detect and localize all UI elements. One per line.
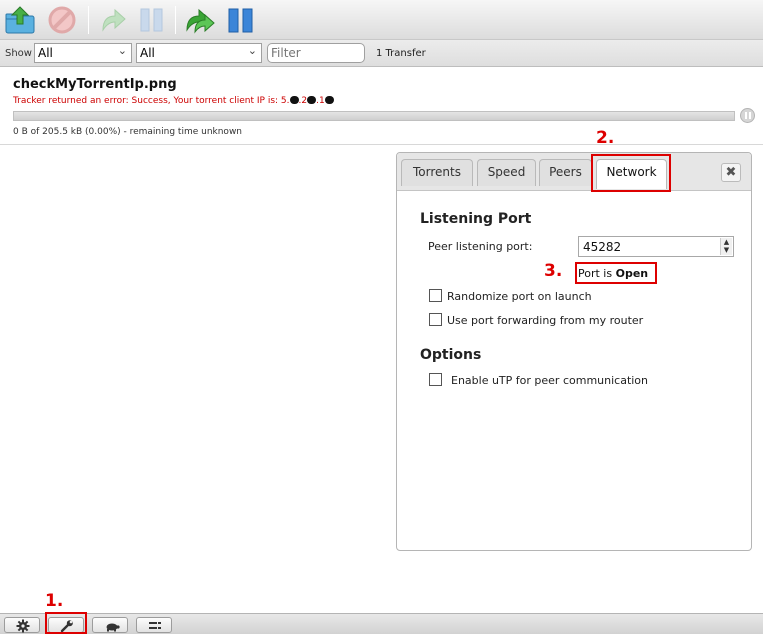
randomize-port-label: Randomize port on launch [447,290,592,303]
chevron-down-icon: ⌄ [117,44,127,57]
error-text-part: .1 [316,96,325,106]
port-forwarding-label: Use port forwarding from my router [447,314,644,327]
turtle-icon [106,623,120,632]
peer-port-label: Peer listening port: [428,240,533,253]
toolbar [0,0,763,40]
torrent-error: Tracker returned an error: Success, Your… [13,96,334,106]
toolbar-separator [88,6,89,34]
tracker-filter-value: All [140,46,155,60]
annotation-box-port-status [575,262,657,284]
close-icon[interactable]: ✖ [721,163,741,182]
settings-button[interactable] [4,617,40,633]
utp-label: Enable uTP for peer communication [451,374,649,387]
redaction-mark [324,96,334,104]
utp-checkbox[interactable] [429,373,442,386]
annotation-number-2: 2. [596,128,615,148]
turtle-mode-button[interactable] [92,617,128,633]
listening-port-title: Listening Port [420,211,532,227]
annotation-number-1: 1. [45,591,64,611]
state-filter-select[interactable]: All ⌄ [34,43,132,63]
progress-bar [13,111,735,121]
bottom-bar [0,613,763,634]
torrent-name: checkMyTorrentIp.png [13,77,177,92]
tab-torrents[interactable]: Torrents [401,159,473,186]
settings-icon [16,619,30,633]
compact-view-button[interactable] [136,617,172,633]
annotation-number-3: 3. [544,261,563,281]
preferences-dialog: Torrents Speed Peers Network ✖ Listening… [396,152,752,551]
remove-icon[interactable] [46,4,78,36]
randomize-port-checkbox[interactable] [429,289,442,302]
transfer-count: 1 Transfer [376,48,426,59]
peer-port-input[interactable]: 45282 ▲ ▼ [578,236,734,257]
port-forwarding-checkbox[interactable] [429,313,442,326]
spinner-arrows-icon[interactable]: ▲ ▼ [720,238,732,255]
error-text-part: .2 [298,96,308,106]
filter-bar: Show All ⌄ All ⌄ 1 Transfer [0,40,763,67]
state-filter-value: All [38,46,53,60]
redaction-mark [307,96,317,104]
redaction-mark [289,96,299,104]
torrent-status: 0 B of 205.5 kB (0.00%) - remaining time… [13,127,243,137]
show-label: Show [5,48,32,59]
resume-all-icon[interactable] [184,4,216,36]
tracker-filter-select[interactable]: All ⌄ [136,43,262,63]
peer-port-value: 45282 [583,240,622,254]
tab-bar: Torrents Speed Peers Network ✖ [397,153,751,191]
tab-speed[interactable]: Speed [477,159,536,186]
pause-torrent-icon[interactable] [740,108,755,123]
open-torrent-icon[interactable] [4,4,36,36]
annotation-box-preferences [45,612,87,634]
toolbar-separator [175,6,176,34]
divider [0,144,763,145]
pause-all-icon[interactable] [225,4,257,36]
resume-icon[interactable] [97,4,129,36]
error-text: Tracker returned an error: Success, Your… [13,96,290,106]
tab-peers[interactable]: Peers [539,159,592,186]
chevron-down-icon: ⌄ [247,44,257,57]
pause-icon[interactable] [136,4,168,36]
annotation-box-network [591,154,671,192]
options-title: Options [420,347,482,363]
list-icon [149,622,161,629]
filter-input[interactable] [267,43,365,63]
